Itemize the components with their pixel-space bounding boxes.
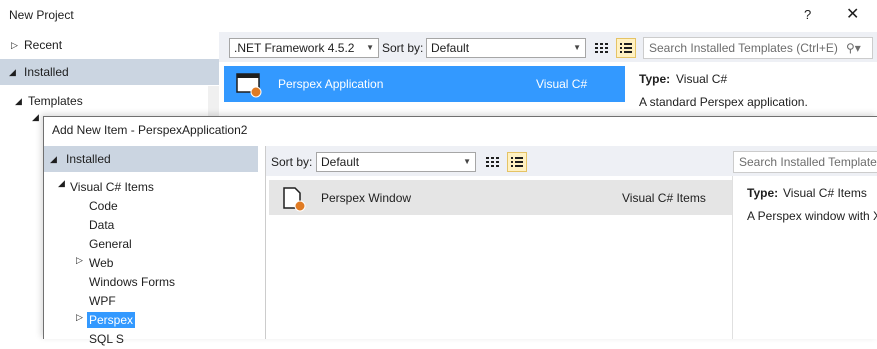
- list-icon: [511, 157, 523, 167]
- collapse-arrow-icon[interactable]: ◢: [50, 146, 57, 172]
- list-icon: [620, 43, 632, 53]
- tree-item-label: Templates: [28, 94, 83, 108]
- small-icons-view-button[interactable]: [482, 152, 502, 172]
- item-language: Visual C# Items: [622, 191, 706, 205]
- sort-select[interactable]: Default ▼: [426, 38, 586, 58]
- grid-icon: [486, 157, 499, 167]
- type-label: Type:: [639, 72, 671, 86]
- template-item-selected[interactable]: Perspex Application Visual C#: [224, 66, 625, 102]
- tree-item-web[interactable]: Web: [89, 254, 113, 273]
- collapse-arrow-icon[interactable]: ◢: [32, 112, 39, 123]
- collapse-arrow-icon[interactable]: ◢: [15, 88, 22, 114]
- tree-item-installed[interactable]: ◢ Installed: [44, 146, 258, 172]
- collapse-arrow-icon[interactable]: ◢: [58, 178, 65, 189]
- sort-value: Default: [431, 41, 470, 55]
- search-input[interactable]: Search Installed Templates (Ctrl+E) ⚲▾: [643, 37, 873, 59]
- tree-item-code[interactable]: Code: [89, 197, 118, 216]
- dialog-title: Add New Item - PerspexApplication2: [52, 123, 248, 137]
- sort-label: Sort by:: [271, 155, 313, 169]
- tree-item-windows-forms[interactable]: Windows Forms: [89, 273, 175, 292]
- tree-item-perspex[interactable]: Perspex: [87, 312, 136, 328]
- add-new-item-dialog: Add New Item - PerspexApplication2 ◢ Ins…: [43, 116, 877, 346]
- chevron-down-icon: ▼: [573, 43, 581, 52]
- item-template-row[interactable]: Perspex Window Visual C# Items: [269, 180, 732, 215]
- tree-item-general[interactable]: General: [89, 235, 132, 254]
- framework-select[interactable]: .NET Framework 4.5.2 ▼: [229, 38, 379, 58]
- template-description: A standard Perspex application.: [639, 95, 808, 109]
- type-value: Visual C#: [676, 72, 728, 86]
- template-details: Type: Visual C# A standard Perspex appli…: [629, 62, 877, 122]
- templates-toolbar: .NET Framework 4.5.2 ▼ Sort by: Default …: [219, 32, 877, 62]
- dialog-title: New Project: [9, 8, 74, 22]
- tree-item-label: Recent: [24, 38, 63, 52]
- list-view-button[interactable]: [616, 38, 636, 58]
- tree-item-installed[interactable]: ◢ Installed: [0, 59, 219, 85]
- expand-arrow-icon[interactable]: ▷: [11, 32, 18, 58]
- sort-value: Default: [321, 155, 360, 169]
- search-input[interactable]: Search Installed Templates: [733, 151, 877, 173]
- help-button[interactable]: ?: [804, 7, 811, 22]
- close-button[interactable]: ✕: [846, 4, 859, 24]
- tree-item-wpf[interactable]: WPF: [89, 292, 116, 311]
- tree-item-recent[interactable]: ▷ Recent: [0, 32, 219, 58]
- window-template-icon: [236, 73, 262, 98]
- tree-item-label: Installed: [66, 152, 111, 166]
- chevron-down-icon: ▼: [463, 157, 471, 166]
- sort-label: Sort by:: [382, 41, 424, 55]
- framework-value: .NET Framework 4.5.2: [234, 41, 355, 55]
- tree-item-data[interactable]: Data: [89, 216, 114, 235]
- tree-item-templates[interactable]: ◢ Templates: [0, 88, 219, 114]
- tree-item-sql[interactable]: SQL S: [89, 330, 124, 349]
- item-name: Perspex Window: [321, 191, 412, 205]
- type-label: Type:: [747, 186, 779, 200]
- expand-arrow-icon[interactable]: ▷: [76, 312, 83, 323]
- grid-icon: [595, 43, 608, 53]
- expand-arrow-icon[interactable]: ▷: [76, 255, 83, 266]
- list-view-button[interactable]: [507, 152, 527, 172]
- template-language: Visual C#: [536, 77, 588, 91]
- template-name: Perspex Application: [278, 77, 384, 91]
- tree-item-label: Installed: [24, 65, 69, 79]
- document-template-icon: [283, 187, 306, 212]
- scrollbar[interactable]: [208, 86, 219, 116]
- item-details: Type: Visual C# Items A Perspex window w…: [732, 176, 877, 339]
- item-description: A Perspex window with X: [747, 209, 877, 223]
- search-placeholder: Search Installed Templates: [739, 155, 877, 169]
- small-icons-view-button[interactable]: [591, 38, 611, 58]
- type-value: Visual C# Items: [783, 186, 867, 200]
- search-placeholder: Search Installed Templates (Ctrl+E): [649, 41, 838, 55]
- items-toolbar: Sort by: Default ▼ Search Installed Temp…: [266, 146, 877, 176]
- collapse-arrow-icon[interactable]: ◢: [9, 59, 16, 85]
- search-icon[interactable]: ⚲▾: [846, 38, 861, 58]
- item-tree: ◢ Installed ◢ Visual C# Items Code Data …: [44, 146, 266, 346]
- chevron-down-icon: ▼: [366, 43, 374, 52]
- tree-item-visual-csharp[interactable]: Visual C# Items: [70, 178, 154, 197]
- sort-select[interactable]: Default ▼: [316, 152, 476, 172]
